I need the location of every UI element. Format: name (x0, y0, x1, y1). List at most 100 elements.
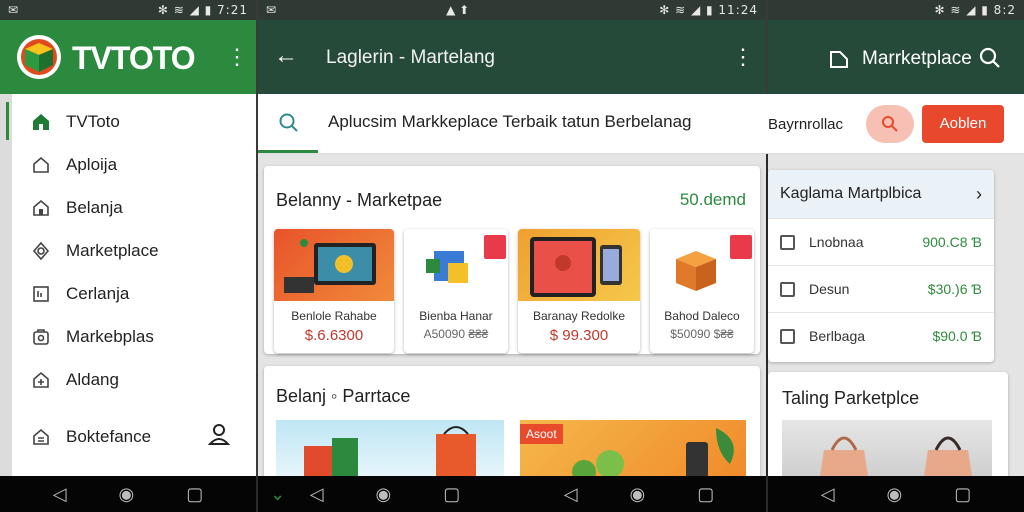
menu-item-markebplas[interactable]: Markebplas (12, 315, 256, 358)
apply-button[interactable]: Aoblen (922, 105, 1004, 143)
cart-icon (30, 326, 52, 348)
search-focus-indicator (258, 150, 318, 153)
home-nav-icon[interactable]: ◉ (630, 484, 646, 505)
house-icon (30, 197, 52, 219)
product-image (650, 229, 754, 301)
page-title: Laglerin - Martelang (326, 47, 495, 68)
menu-item-aldang[interactable]: Aldang (12, 358, 256, 401)
menu-item-boktefance[interactable]: Boktefance (12, 415, 256, 458)
checkbox[interactable] (780, 281, 795, 297)
menu-item-aploija[interactable]: Aploija (12, 143, 256, 186)
mail-icon: ✉ (266, 3, 277, 17)
section-title: Belanj ◦ Parrtace (276, 386, 411, 406)
product-price: A50090 ₴₴₴ (423, 327, 489, 341)
download-button[interactable]: Bayrnrollac (768, 116, 843, 133)
menu-item-label: Aploija (66, 154, 118, 174)
item-label: Berlbaga (809, 328, 866, 344)
status-bar: ✻ ≋ ◢ ▮ 8:2 (768, 0, 1024, 20)
menu-item-belanja[interactable]: Belanja (12, 186, 256, 229)
list-item[interactable]: Lnobnaa 900.C8 Ɓ (768, 218, 994, 265)
app-header: Marrketplace (768, 20, 1024, 94)
product-price: $50090 $₴₴ (670, 327, 734, 341)
checkbox[interactable] (780, 328, 795, 344)
android-nav-bar: ◁ ◉ ▢ (512, 476, 766, 512)
search-button[interactable] (866, 105, 914, 143)
gear-icon (30, 240, 52, 262)
more-options-icon[interactable]: ⋮ (732, 44, 754, 70)
back-nav-icon[interactable]: ◁ (564, 484, 578, 505)
product-image (274, 229, 394, 301)
logo-text: TVTOTO (72, 40, 196, 76)
status-indicators: ✻ ≋ ◢ ▮ 7:21 (157, 3, 248, 17)
list-item[interactable]: Berlbaga $90.0 Ɓ (768, 312, 994, 359)
screen-divider (256, 0, 258, 476)
product-price: $.6.6300 (304, 327, 364, 344)
search-icon[interactable] (978, 46, 1002, 75)
menu-item-marketplace[interactable]: Marketplace (12, 229, 256, 272)
item-label: Desun (809, 281, 850, 297)
back-nav-icon[interactable]: ◁ (310, 484, 324, 505)
home-nav-icon[interactable]: ◉ (376, 484, 392, 505)
product-card[interactable]: Bahod Daleco $50090 $₴₴ (650, 229, 754, 353)
checkbox[interactable] (780, 234, 795, 250)
search-actions: Bayrnrollac Aoblen (768, 94, 1024, 154)
list-icon (30, 283, 52, 305)
back-nav-icon[interactable]: ◁ (821, 484, 835, 505)
user-icon[interactable] (206, 421, 232, 452)
section-link[interactable]: 50.demd (680, 190, 746, 210)
drawer-background: TVToto Aploija Belanja Marketplace Cerla… (0, 94, 256, 476)
recents-nav-icon[interactable]: ▢ (186, 484, 203, 505)
back-arrow-icon[interactable]: ← (274, 42, 298, 70)
app-header: ← Laglerin - Martelang ⋮ (258, 20, 766, 94)
gift-icon (30, 369, 52, 391)
status-bar: ✉ ✻ ≋ ◢ ▮ 7:21 (0, 0, 256, 20)
search-input[interactable]: Aplucsim Markkeplace Terbaik tatun Berbe… (328, 112, 692, 132)
house-icon (30, 154, 52, 176)
banner-image[interactable] (276, 420, 504, 480)
tvtoto-logo-icon (16, 34, 62, 80)
status-bar: ✉ ▲ ⬆ ✻ ≋ ◢ ▮ 11:24 (258, 0, 766, 20)
menu-item-cerlanja[interactable]: Cerlanja (12, 272, 256, 315)
product-name: Bienba Hanar (419, 309, 493, 323)
menu-item-label: TVToto (66, 111, 120, 131)
menu-item-label: Aldang (66, 369, 119, 389)
category-card: Kaglama Martplbica › Lnobnaa 900.C8 Ɓ Des… (768, 170, 994, 362)
active-indicator (6, 102, 9, 140)
recents-nav-icon[interactable]: ▢ (697, 484, 714, 505)
chevron-down-icon[interactable]: ⌄ (270, 484, 285, 505)
app-header: TVTOTO ⋮ (0, 20, 256, 94)
badge-icon (30, 426, 52, 448)
status-indicators: ✻ ≋ ◢ ▮ 8:2 (934, 3, 1016, 17)
menu-item-tvtoto[interactable]: TVToto (12, 100, 256, 143)
back-nav-icon[interactable]: ◁ (53, 484, 67, 505)
product-card[interactable]: Baranay Redolke $ 99.300 (518, 229, 640, 353)
product-name: Bahod Daleco (664, 309, 740, 323)
android-nav-bar: ⌄ ◁ ◉ ▢ (258, 476, 512, 512)
item-price: $90.0 Ɓ (932, 328, 982, 344)
item-price: $30.)6 Ɓ (927, 281, 982, 297)
menu-item-label: Markebplas (66, 326, 154, 346)
recents-nav-icon[interactable]: ▢ (443, 484, 460, 505)
more-options-icon[interactable]: ⋮ (226, 44, 248, 70)
side-content: Kaglama Martplbica › Lnobnaa 900.C8 Ɓ Des… (768, 154, 1024, 482)
product-card[interactable]: Bienba Hanar A50090 ₴₴₴ (404, 229, 508, 353)
search-icon (278, 112, 300, 139)
home-nav-icon[interactable]: ◉ (119, 484, 135, 505)
notification-icons: ▲ ⬆ (446, 3, 470, 17)
home-icon (30, 111, 52, 133)
product-card[interactable]: Benlole Rahabe $.6.6300 (274, 229, 394, 353)
promo-banner[interactable]: Asoot (520, 420, 746, 480)
home-nav-icon[interactable]: ◉ (887, 484, 903, 505)
list-item[interactable]: Desun $30.)6 Ɓ (768, 265, 994, 312)
chevron-right-icon: › (976, 183, 982, 204)
card-title: Kaglama Martplbica (780, 185, 922, 202)
partner-section: Belanj ◦ Parrtace Asoot (264, 366, 760, 481)
drawer-menu: TVToto Aploija Belanja Marketplace Cerla… (12, 94, 256, 458)
product-image[interactable] (782, 420, 992, 476)
recents-nav-icon[interactable]: ▢ (954, 484, 971, 505)
page-title: Marrketplace (862, 48, 972, 69)
product-price: $ 99.300 (549, 327, 609, 344)
product-name: Benlole Rahabe (291, 309, 377, 323)
menu-item-label: Belanja (66, 197, 123, 217)
category-header[interactable]: Kaglama Martplbica › (768, 170, 994, 218)
